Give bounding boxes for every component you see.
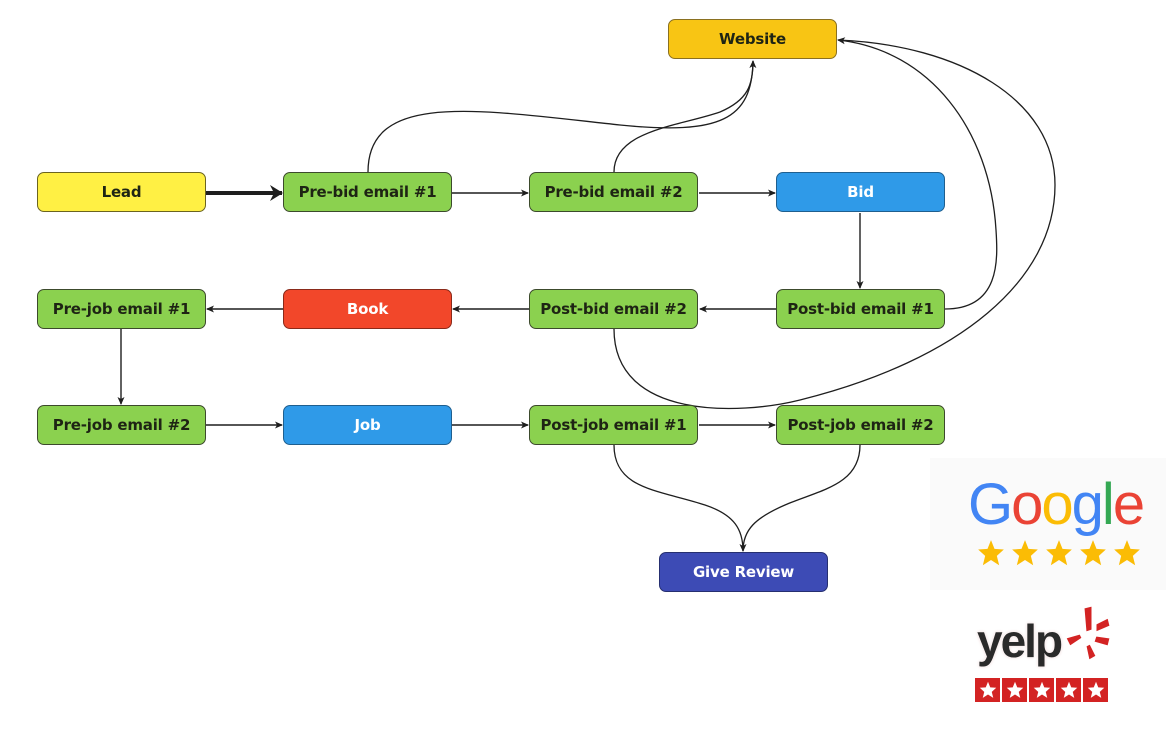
yelp-star-icon [1029, 678, 1054, 702]
node-prejob-email-1[interactable]: Pre-job email #1 [37, 289, 206, 329]
yelp-star-icon [1083, 678, 1108, 702]
edge-prebid1-website [367, 60, 757, 173]
yelp-star-icon [1056, 678, 1081, 702]
node-book[interactable]: Book [283, 289, 452, 329]
google-star-icon [1012, 540, 1038, 566]
edge-postjob1-review [613, 444, 747, 552]
yelp-rating-stars [975, 678, 1110, 702]
google-letter: o [1041, 472, 1073, 537]
node-postbid-email-1[interactable]: Post-bid email #1 [776, 289, 945, 329]
google-letter: l [1101, 472, 1115, 537]
edge-postbid2-website [613, 39, 1056, 410]
yelp-logo: yelp [977, 615, 1063, 667]
edge-prebid2-website [613, 60, 754, 173]
google-logo: Google [968, 470, 1145, 540]
node-prejob-email-2[interactable]: Pre-job email #2 [37, 405, 206, 445]
node-job[interactable]: Job [283, 405, 452, 445]
edge-postjob2-review [742, 444, 861, 552]
yelp-star-icon [975, 678, 1000, 702]
node-website[interactable]: Website [668, 19, 837, 59]
google-letter: g [1071, 472, 1104, 537]
node-prebid-email-1[interactable]: Pre-bid email #1 [283, 172, 452, 212]
node-give-review[interactable]: Give Review [659, 552, 828, 592]
yelp-star-icon [1002, 678, 1027, 702]
google-star-icon [978, 540, 1004, 566]
node-postbid-email-2[interactable]: Post-bid email #2 [529, 289, 698, 329]
node-bid[interactable]: Bid [776, 172, 945, 212]
google-letter: G [968, 472, 1013, 537]
node-postjob-email-1[interactable]: Post-job email #1 [529, 405, 698, 445]
google-letter: o [1011, 472, 1043, 537]
node-lead[interactable]: Lead [37, 172, 206, 212]
node-prebid-email-2[interactable]: Pre-bid email #2 [529, 172, 698, 212]
yelp-burst-icon [1065, 605, 1111, 661]
google-star-icon [1080, 540, 1106, 566]
google-star-icon [1114, 540, 1140, 566]
google-star-icon [1046, 540, 1072, 566]
google-letter: e [1112, 472, 1145, 537]
google-rating-stars [976, 539, 1146, 567]
node-postjob-email-2[interactable]: Post-job email #2 [776, 405, 945, 445]
